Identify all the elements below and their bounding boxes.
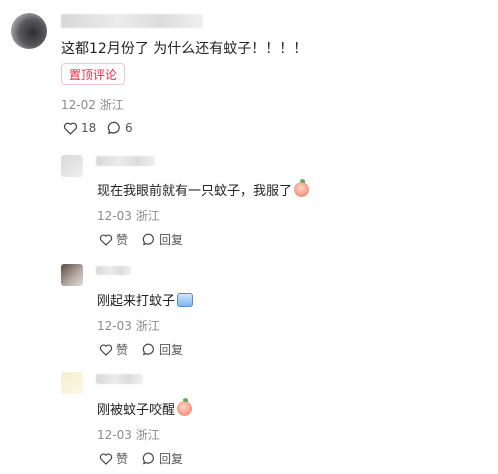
heart-icon	[99, 234, 113, 246]
reply-like-button[interactable]: 赞	[99, 341, 128, 358]
comment-bubble-icon	[142, 343, 154, 356]
comment-date: 12-02	[61, 98, 96, 112]
reply-location: 浙江	[135, 209, 160, 223]
reply-text-content: 刚被蚊子咬醒	[97, 403, 176, 418]
sticker-emoji-icon	[177, 293, 194, 307]
comment-meta: 12-02 浙江	[61, 96, 124, 113]
reply-avatar[interactable]	[61, 155, 83, 177]
reply-username-blurred[interactable]	[96, 156, 155, 166]
reply-meta: 12-03 浙江	[97, 207, 160, 224]
comment-bubble-icon	[142, 452, 154, 465]
reply-date: 12-03	[97, 428, 132, 442]
reply-username-blurred[interactable]	[96, 374, 143, 384]
like-count: 18	[81, 121, 97, 135]
reply-count-button[interactable]: 6	[107, 121, 133, 135]
reply-reply-button[interactable]: 回复	[142, 450, 183, 467]
reply-text: 刚被蚊子咬醒	[97, 398, 193, 418]
comment-bubble-icon	[142, 233, 154, 246]
avatar[interactable]	[11, 13, 47, 49]
heart-icon	[99, 453, 113, 465]
reply-text-content: 现在我眼前就有一只蚊子，我服了	[97, 184, 293, 199]
pinned-badge: 置顶评论	[61, 63, 126, 85]
like-button[interactable]: 18	[63, 121, 96, 135]
reply-meta: 12-03 浙江	[97, 426, 160, 443]
reply-location: 浙江	[135, 319, 160, 333]
reply-date: 12-03	[97, 319, 132, 333]
heart-icon	[63, 122, 78, 135]
comment-bubble-icon	[107, 121, 120, 135]
like-label: 赞	[116, 343, 129, 357]
peach-emoji-icon	[177, 398, 193, 416]
reply-username-blurred[interactable]	[96, 266, 131, 275]
comment-location: 浙江	[99, 98, 124, 112]
main-comment-text: 这都12月份了 为什么还有蚊子！！！！	[61, 41, 308, 57]
username-blurred[interactable]	[61, 14, 203, 28]
like-label: 赞	[116, 452, 129, 466]
reply-label: 回复	[159, 452, 184, 466]
reply-label: 回复	[159, 343, 184, 357]
reply-text: 现在我眼前就有一只蚊子，我服了	[97, 179, 310, 199]
reply-location: 浙江	[135, 428, 160, 442]
reply-reply-button[interactable]: 回复	[142, 231, 183, 248]
reply-date: 12-03	[97, 209, 132, 223]
reply-meta: 12-03 浙江	[97, 317, 160, 334]
reply-label: 回复	[159, 233, 184, 247]
reply-text-content: 刚起来打蚊子	[97, 294, 176, 309]
like-label: 赞	[116, 233, 129, 247]
peach-emoji-icon	[294, 179, 310, 197]
reply-like-button[interactable]: 赞	[99, 450, 128, 467]
reply-count: 6	[125, 121, 133, 135]
reply-like-button[interactable]: 赞	[99, 231, 128, 248]
reply-avatar[interactable]	[61, 264, 83, 286]
reply-reply-button[interactable]: 回复	[142, 341, 183, 358]
reply-avatar[interactable]	[61, 372, 83, 394]
heart-icon	[99, 344, 113, 356]
reply-text: 刚起来打蚊子	[97, 290, 194, 309]
